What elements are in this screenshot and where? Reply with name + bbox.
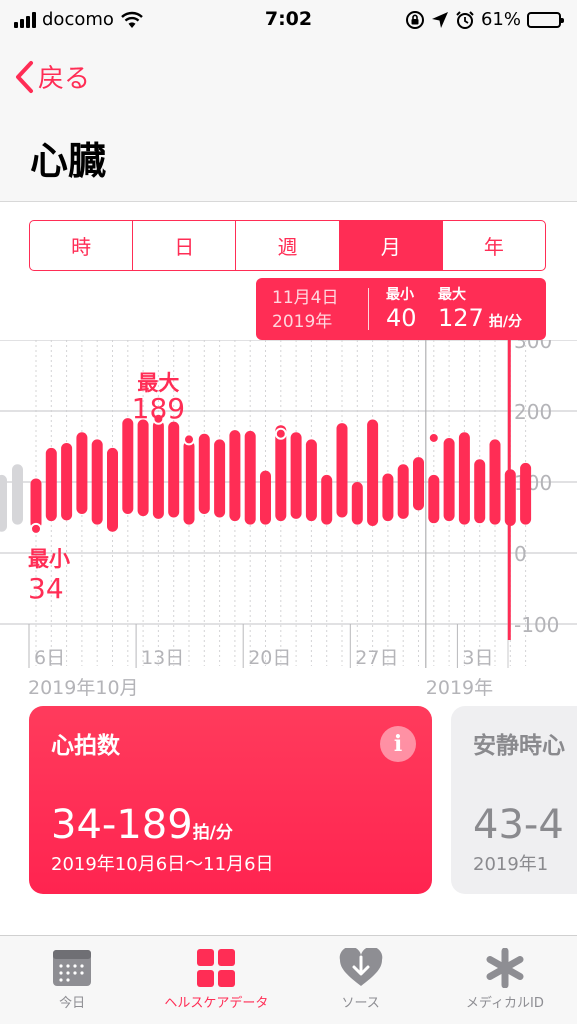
- tab-health-data[interactable]: ヘルスケアデータ: [144, 936, 288, 1024]
- x-sublabel: 2019年10月: [28, 677, 139, 699]
- heart-rate-card[interactable]: 心拍数 i 34-189拍/分 2019年10月6日～11月6日: [29, 706, 432, 894]
- range-bar: [30, 478, 42, 529]
- range-bar: [290, 432, 302, 519]
- y-tick-label: 300: [514, 340, 552, 353]
- data-dot: [427, 431, 440, 444]
- range-bar: [382, 473, 394, 522]
- x-tick-label: 3日: [462, 647, 493, 669]
- x-tick-label: 6日: [34, 647, 65, 669]
- max-annotation-value: 189: [132, 392, 185, 425]
- range-bar: [305, 439, 317, 522]
- battery-icon: [527, 11, 564, 28]
- selection-tooltip: 11月4日 2019年 最小 40 最大 127 拍/分: [256, 278, 546, 340]
- range-bar: [413, 457, 424, 511]
- alarm-icon: [456, 10, 474, 29]
- tab-today[interactable]: 今日: [0, 936, 144, 1024]
- range-bar: [137, 419, 149, 517]
- back-button[interactable]: 戻る: [14, 58, 90, 95]
- range-bar: [428, 474, 440, 524]
- status-bar: docomo 7:02 61%: [0, 0, 577, 40]
- card-title: 心拍数: [51, 733, 120, 759]
- range-bar: [107, 447, 118, 532]
- range-bar: [443, 437, 455, 522]
- card-dates: 2019年10月6日～11月6日: [51, 854, 274, 875]
- card-range: 43-4: [473, 802, 564, 848]
- range-bar: [520, 462, 532, 525]
- resting-heart-rate-card[interactable]: 安静時心 43-4 2019年1: [451, 706, 577, 894]
- range-bar: [244, 430, 256, 525]
- range-bar: [229, 430, 241, 522]
- range-bar: [321, 474, 333, 525]
- range-bar: [45, 447, 57, 522]
- range-bar: [489, 439, 501, 525]
- min-annotation-value: 34: [28, 572, 64, 605]
- status-right: 61%: [405, 9, 564, 30]
- range-bar: [474, 459, 486, 524]
- card-title: 安静時心: [473, 733, 565, 759]
- x-tick-label: 27日: [355, 647, 398, 669]
- location-icon: [431, 11, 448, 28]
- range-bar: [91, 439, 103, 525]
- range-bar: [351, 482, 363, 525]
- data-dot: [30, 522, 42, 535]
- heart-rate-chart[interactable]: 3002001000-100最大189最小346日 13日 20日 27日 3日2019…: [0, 340, 577, 700]
- rotation-lock-icon: [405, 10, 424, 29]
- range-bar: [122, 418, 134, 514]
- ghost-bar: [0, 474, 7, 532]
- x-sublabel: 2019年: [426, 677, 493, 699]
- range-bar: [458, 432, 470, 525]
- segment-year[interactable]: 年: [441, 221, 545, 270]
- back-label: 戻る: [38, 64, 91, 94]
- ghost-bar: [12, 464, 23, 525]
- card-dates: 2019年1: [473, 854, 549, 875]
- segment-month[interactable]: 月: [338, 221, 442, 270]
- heart-download-icon: [339, 948, 382, 986]
- tooltip-separator: [368, 288, 369, 330]
- y-tick-label: 100: [514, 471, 552, 495]
- range-bar: [336, 423, 348, 518]
- x-tick-label: 20日: [248, 647, 291, 669]
- range-bar: [152, 420, 164, 519]
- battery-percent: 61%: [480, 9, 521, 30]
- card-range: 34-189拍/分: [51, 802, 233, 848]
- segment-day[interactable]: 日: [132, 221, 235, 270]
- tab-bar: 今日 ヘルスケアデータ ソース メディカルID: [0, 935, 577, 1024]
- period-segmented-control: 時 日 週 月 年: [29, 220, 546, 271]
- y-tick-label: -100: [514, 613, 559, 637]
- x-tick-label: 13日: [141, 647, 184, 669]
- data-dot: [274, 427, 287, 440]
- range-bar: [183, 440, 195, 525]
- tooltip-date: 11月4日 2019年: [272, 288, 339, 332]
- tab-medical-id[interactable]: メディカルID: [433, 936, 577, 1024]
- range-bar: [367, 419, 379, 527]
- segment-week[interactable]: 週: [235, 221, 338, 270]
- range-bar: [76, 432, 88, 514]
- tab-sources[interactable]: ソース: [289, 936, 433, 1024]
- range-bar: [168, 421, 180, 518]
- info-icon[interactable]: i: [380, 726, 416, 762]
- y-tick-label: 0: [514, 542, 527, 566]
- range-bar: [260, 470, 271, 525]
- nav-header: 戻る 心臓: [0, 40, 577, 202]
- chevron-left-icon: [16, 60, 33, 93]
- grid-icon: [197, 949, 236, 987]
- data-dot: [183, 433, 195, 446]
- calendar-icon: [53, 950, 92, 986]
- page-title: 心臓: [30, 139, 107, 183]
- asterisk-icon: [486, 948, 524, 988]
- min-annotation-label: 最小: [28, 547, 70, 571]
- tooltip-max: 最大 127 拍/分: [438, 287, 523, 332]
- segment-hour[interactable]: 時: [30, 221, 132, 270]
- range-bar: [198, 433, 210, 514]
- range-bar: [61, 442, 73, 521]
- tooltip-min: 最小 40: [386, 287, 417, 332]
- range-bar: [214, 439, 226, 518]
- range-bar: [397, 464, 409, 519]
- y-tick-label: 200: [514, 400, 552, 424]
